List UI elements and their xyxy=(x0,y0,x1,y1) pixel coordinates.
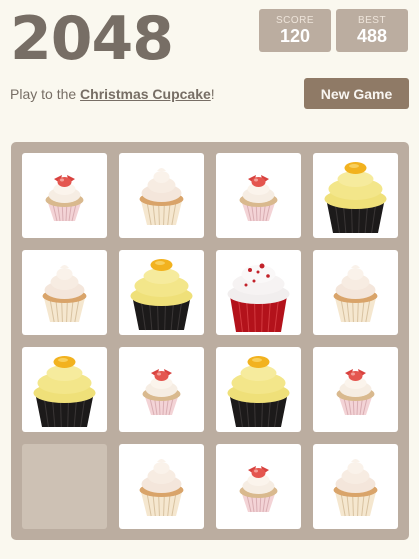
best-label: BEST xyxy=(357,15,387,26)
goal-tile-link[interactable]: Christmas Cupcake xyxy=(80,86,211,102)
cupcake-yellow-black-tile xyxy=(22,347,107,432)
best-value: 488 xyxy=(356,26,388,46)
cupcake-small-cream-tile xyxy=(119,444,204,529)
game-title: 2048 xyxy=(10,4,174,74)
cupcake-yellow-black-tile xyxy=(313,153,398,238)
cupcake-small-cream-tile xyxy=(22,250,107,335)
score-box: SCORE 120 xyxy=(259,9,331,52)
cupcake-yellow-black-tile xyxy=(119,250,204,335)
cupcake-small-pink-tile xyxy=(216,153,301,238)
empty-cell xyxy=(22,444,107,529)
cupcake-small-cream-tile xyxy=(313,250,398,335)
cupcake-small-pink-tile xyxy=(22,153,107,238)
cupcake-small-cream-tile xyxy=(119,153,204,238)
intro-prefix: Play to the xyxy=(10,86,81,102)
score-value: 120 xyxy=(279,26,311,46)
cupcake-small-pink-tile xyxy=(119,347,204,432)
score-label: SCORE xyxy=(275,15,315,26)
game-intro: Play to the Christmas Cupcake! xyxy=(10,86,215,102)
new-game-button[interactable]: New Game xyxy=(304,78,409,109)
cupcake-small-pink-tile xyxy=(313,347,398,432)
cupcake-small-cream-tile xyxy=(313,444,398,529)
game-board[interactable] xyxy=(11,142,409,540)
intro-suffix: ! xyxy=(210,86,215,102)
cupcake-red-velvet-tile xyxy=(216,250,301,335)
best-score-box: BEST 488 xyxy=(336,9,408,52)
cupcake-yellow-black-tile xyxy=(216,347,301,432)
cupcake-small-pink-tile xyxy=(216,444,301,529)
